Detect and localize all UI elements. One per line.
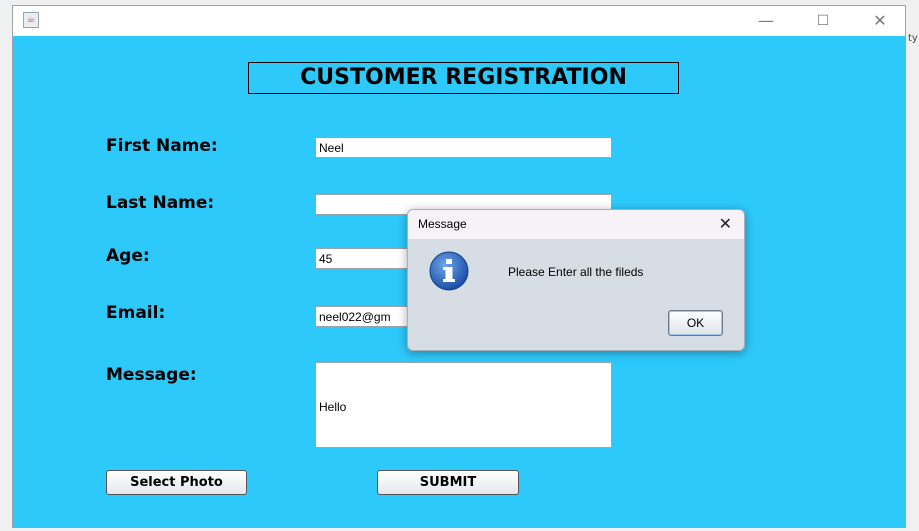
- java-app-icon: ☕: [23, 12, 39, 28]
- message-label: Message:: [106, 365, 197, 385]
- background-window-text: ty: [908, 33, 918, 44]
- dialog-titlebar: Message ✕: [408, 210, 744, 239]
- message-textarea[interactable]: Hello: [315, 362, 612, 448]
- close-button[interactable]: ✕: [865, 10, 895, 32]
- message-value: Hello: [319, 400, 347, 414]
- first-name-field[interactable]: Neel: [315, 137, 612, 158]
- submit-button[interactable]: SUBMIT: [377, 470, 519, 495]
- ok-button[interactable]: OK: [668, 310, 723, 336]
- maximize-button[interactable]: ☐: [808, 10, 838, 32]
- email-label: Email:: [106, 303, 166, 323]
- window-titlebar: ☕ — ☐ ✕: [13, 6, 905, 36]
- minimize-button[interactable]: —: [751, 10, 781, 32]
- page-title: CUSTOMER REGISTRATION: [248, 62, 679, 94]
- message-dialog: Message ✕ Please Enter all the fileds OK: [407, 209, 745, 351]
- dialog-message: Please Enter all the fileds: [508, 265, 644, 279]
- last-name-label: Last Name:: [106, 193, 215, 213]
- dialog-title: Message: [418, 217, 467, 231]
- select-photo-button[interactable]: Select Photo: [106, 470, 247, 495]
- age-label: Age:: [106, 246, 150, 266]
- dialog-close-button[interactable]: ✕: [719, 214, 732, 233]
- info-icon: [429, 251, 469, 291]
- first-name-label: First Name:: [106, 136, 218, 156]
